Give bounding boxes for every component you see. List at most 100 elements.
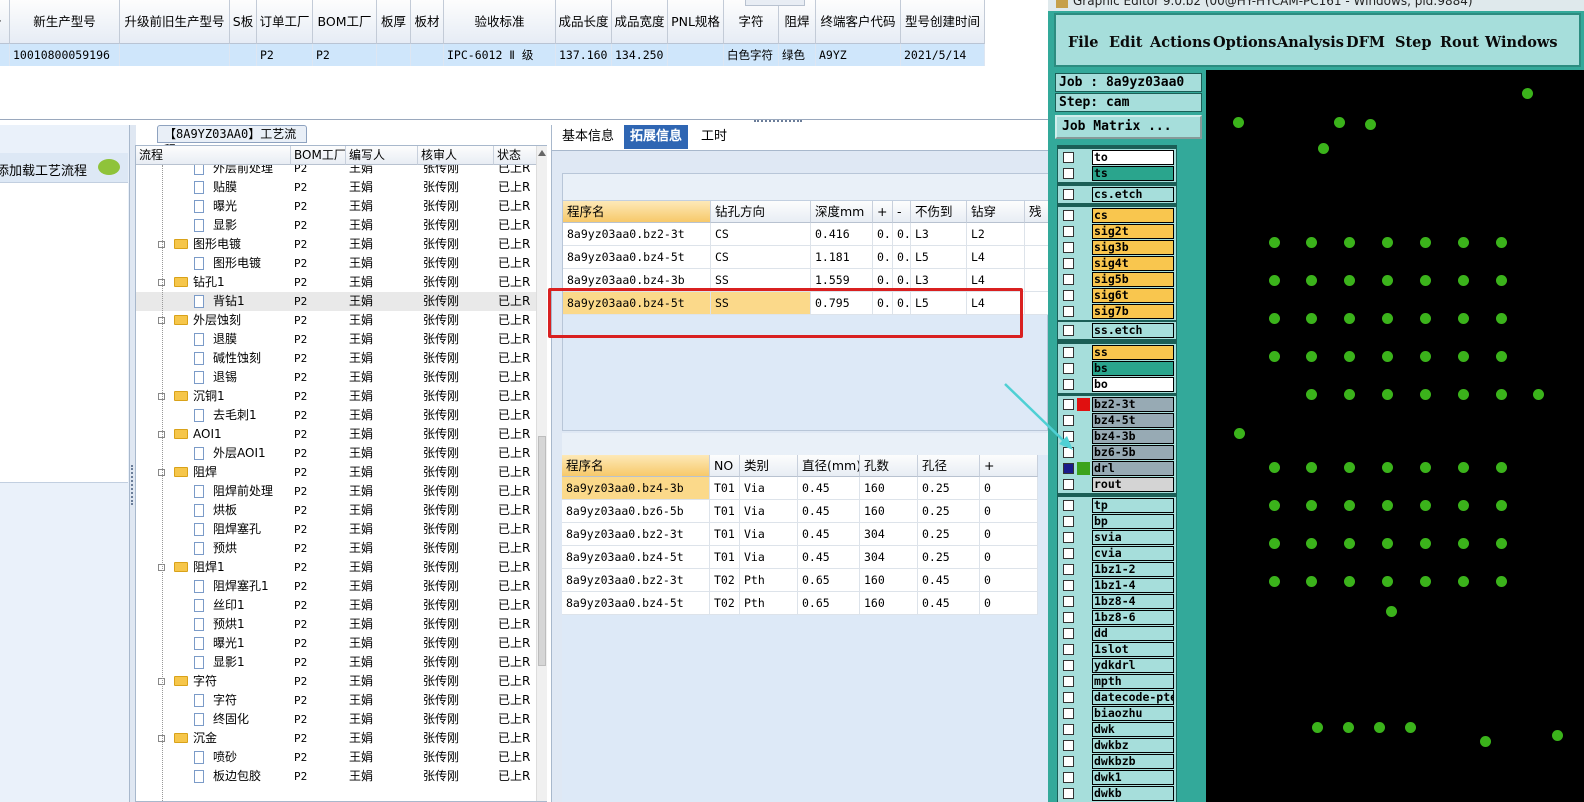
order-grid-cell[interactable]: P2	[313, 44, 377, 66]
tree-row[interactable]: 外层AOI1 P2 王娟 张传刚 已上R	[136, 444, 536, 463]
menu-analysis[interactable]: Analysis	[1277, 34, 1344, 51]
layer-checkbox[interactable]	[1063, 274, 1074, 285]
drill-cell[interactable]: 160	[860, 477, 918, 500]
scroll-up-icon[interactable]	[538, 150, 546, 156]
tree-header[interactable]: 核审人	[418, 146, 494, 165]
drill-cell[interactable]: 8a9yz03aa0.bz4-5t	[562, 592, 710, 615]
tree-row[interactable]: 去毛刺1 P2 王娟 张传刚 已上R	[136, 406, 536, 425]
drill-cell[interactable]: 0.25	[918, 477, 980, 500]
backdrill-cell[interactable]: 0.	[873, 223, 893, 246]
drill-header[interactable]: +	[980, 455, 1038, 477]
drill-cell[interactable]: 0.65	[798, 569, 860, 592]
layer-ts[interactable]: ts	[1092, 166, 1174, 181]
layer-checkbox[interactable]	[1063, 692, 1074, 703]
scroll-thumb[interactable]	[538, 436, 546, 666]
tree-row[interactable]: 图形电镀 P2 王娟 张传刚 已上R	[136, 254, 536, 273]
layer-sig4t[interactable]: sig4t	[1092, 256, 1174, 271]
drill-cell[interactable]: 0.45	[798, 523, 860, 546]
backdrill-cell[interactable]: 0.	[893, 223, 911, 246]
tree-row[interactable]: 丝印1 P2 王娟 张传刚 已上R	[136, 596, 536, 615]
drill-cell[interactable]: 160	[860, 500, 918, 523]
tree-row[interactable]: 外层蚀刻 P2 王娟 张传刚 已上R	[136, 311, 536, 330]
tree-row[interactable]: 贴膜 P2 王娟 张传刚 已上R	[136, 178, 536, 197]
layer-checkbox[interactable]	[1063, 258, 1074, 269]
layer-1slot[interactable]: 1slot	[1092, 642, 1174, 657]
drill-cell[interactable]: 160	[860, 592, 918, 615]
drill-cell[interactable]: T01	[710, 546, 740, 569]
drill-cell[interactable]: T01	[710, 500, 740, 523]
layer-mpth[interactable]: mpth	[1092, 674, 1174, 689]
tree-row[interactable]: 阻焊1 P2 王娟 张传刚 已上R	[136, 558, 536, 577]
tree-row[interactable]: 退锡 P2 王娟 张传刚 已上R	[136, 368, 536, 387]
layer-checkbox[interactable]	[1063, 660, 1074, 671]
backdrill-header[interactable]: -	[893, 201, 911, 223]
layer-sig5b[interactable]: sig5b	[1092, 272, 1174, 287]
layer-checkbox[interactable]	[1063, 325, 1074, 336]
drill-cell[interactable]: 304	[860, 523, 918, 546]
backdrill-header[interactable]: 程序名	[563, 201, 711, 223]
layer-bs[interactable]: bs	[1092, 361, 1174, 376]
layer-1bz8-6[interactable]: 1bz8-6	[1092, 610, 1174, 625]
layer-checkbox[interactable]	[1063, 242, 1074, 253]
tab-work-hours[interactable]: 工时	[695, 125, 733, 149]
drill-cell[interactable]: Pth	[740, 569, 798, 592]
layer-dwkbz[interactable]: dwkbz	[1092, 738, 1174, 753]
drill-header[interactable]: 程序名	[562, 455, 710, 477]
load-process-row[interactable]: 添加载工艺流程	[0, 153, 128, 183]
backdrill-header[interactable]: 残	[1025, 201, 1049, 223]
layer-checkbox[interactable]	[1063, 612, 1074, 623]
backdrill-cell[interactable]	[1025, 269, 1049, 292]
backdrill-cell[interactable]: L3	[911, 223, 967, 246]
layer-sig6t[interactable]: sig6t	[1092, 288, 1174, 303]
layer-dwk[interactable]: dwk	[1092, 722, 1174, 737]
drill-cell[interactable]: 0	[980, 569, 1038, 592]
menu-edit[interactable]: Edit	[1109, 34, 1142, 51]
layer-checkbox[interactable]	[1063, 644, 1074, 655]
drill-cell[interactable]: T01	[710, 523, 740, 546]
layer-checkbox[interactable]	[1063, 580, 1074, 591]
layer-cs[interactable]: cs	[1092, 208, 1174, 223]
tree-row[interactable]: 显影1 P2 王娟 张传刚 已上R	[136, 653, 536, 672]
layer-1bz1-2[interactable]: 1bz1-2	[1092, 562, 1174, 577]
layer-ss.etch[interactable]: ss.etch	[1092, 323, 1174, 338]
layer-checkbox[interactable]	[1063, 532, 1074, 543]
backdrill-cell[interactable]: L4	[967, 246, 1025, 269]
menu-rout[interactable]: Rout	[1440, 34, 1479, 51]
tree-row[interactable]: 退膜 P2 王娟 张传刚 已上R	[136, 330, 536, 349]
layer-bz4-3b[interactable]: bz4-3b	[1092, 429, 1174, 444]
tree-header[interactable]: 状态	[494, 146, 538, 165]
layer-checkbox[interactable]	[1063, 479, 1074, 490]
backdrill-cell[interactable]	[1025, 292, 1049, 315]
tree-header[interactable]: 流程	[136, 146, 291, 165]
drill-cell[interactable]: T02	[710, 569, 740, 592]
tree-row[interactable]: 显影 P2 王娟 张传刚 已上R	[136, 216, 536, 235]
drill-header[interactable]: 类别	[740, 455, 798, 477]
layer-bz2-3t[interactable]: bz2-3t	[1092, 397, 1174, 412]
tree-row[interactable]: 预烘 P2 王娟 张传刚 已上R	[136, 539, 536, 558]
drill-cell[interactable]: T01	[710, 477, 740, 500]
tree-row[interactable]: 板边包胶 P2 王娟 张传刚 已上R	[136, 767, 536, 786]
layer-checkbox[interactable]	[1063, 772, 1074, 783]
drill-cell[interactable]: 8a9yz03aa0.bz2-3t	[562, 569, 710, 592]
drill-cell[interactable]: Via	[740, 546, 798, 569]
tree-row[interactable]: 阻焊 P2 王娟 张传刚 已上R	[136, 463, 536, 482]
menu-actions[interactable]: Actions	[1150, 34, 1211, 51]
tree-row[interactable]: 图形电镀 P2 王娟 张传刚 已上R	[136, 235, 536, 254]
layer-bo[interactable]: bo	[1092, 377, 1174, 392]
backdrill-cell[interactable]: 8a9yz03aa0.bz2-3t	[563, 223, 711, 246]
layer-to[interactable]: to	[1092, 150, 1174, 165]
layer-bp[interactable]: bp	[1092, 514, 1174, 529]
tree-row[interactable]: 喷砂 P2 王娟 张传刚 已上R	[136, 748, 536, 767]
backdrill-cell[interactable]: L5	[911, 246, 967, 269]
tree-row[interactable]: 阻焊前处理 P2 王娟 张传刚 已上R	[136, 482, 536, 501]
layer-checkbox[interactable]	[1063, 564, 1074, 575]
order-grid-cell[interactable]: 10010800059196	[10, 44, 120, 66]
drill-header[interactable]: 孔数	[860, 455, 918, 477]
drill-cell[interactable]: 0	[980, 500, 1038, 523]
layer-checkbox[interactable]	[1063, 347, 1074, 358]
drill-cell[interactable]: Via	[740, 523, 798, 546]
layer-checkbox[interactable]	[1063, 168, 1074, 179]
tree-row[interactable]: 碱性蚀刻 P2 王娟 张传刚 已上R	[136, 349, 536, 368]
drill-cell[interactable]: Via	[740, 500, 798, 523]
order-grid-cell[interactable]	[411, 44, 444, 66]
